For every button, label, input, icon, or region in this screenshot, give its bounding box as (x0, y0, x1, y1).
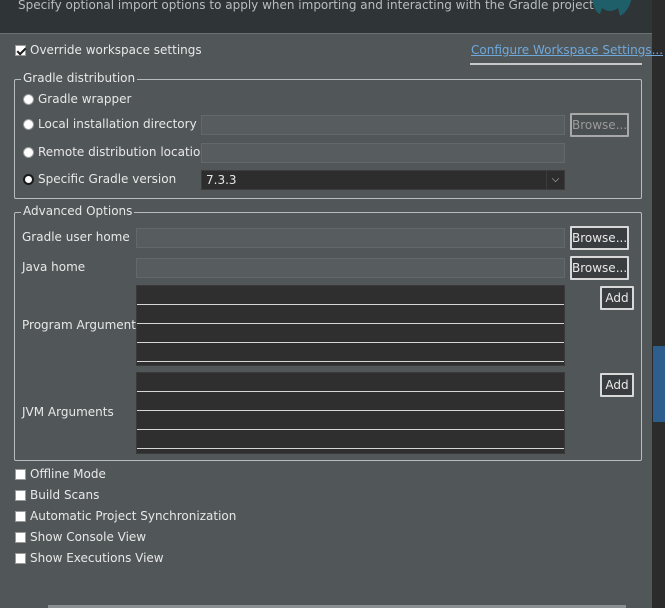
java-home-browse-button[interactable]: Browse... (570, 256, 629, 280)
gradle-distribution-title: Gradle distribution (21, 71, 138, 85)
header-description: Specify optional import options to apply… (18, 0, 598, 12)
java-home-label: Java home (22, 260, 86, 274)
gradle-user-home-browse-button[interactable]: Browse... (570, 226, 629, 250)
build-scans-label: Build Scans (30, 488, 100, 502)
list-item[interactable] (137, 343, 564, 362)
radio-specific-version-label: Specific Gradle version (38, 172, 177, 186)
show-console-view-label: Show Console View (30, 530, 147, 544)
gradle-user-home-input[interactable] (136, 228, 565, 248)
gradle-version-value: 7.3.3 (206, 173, 237, 187)
list-item[interactable] (137, 411, 564, 430)
radio-local-installation-label: Local installation directory (38, 117, 197, 131)
list-item[interactable] (137, 430, 564, 449)
chevron-down-icon[interactable]: ⌵ (546, 171, 564, 189)
override-workspace-label: Override workspace settings (30, 43, 202, 57)
list-item[interactable] (137, 305, 564, 324)
java-home-input[interactable] (136, 258, 565, 278)
radio-local-installation[interactable] (23, 119, 34, 130)
auto-sync-checkbox[interactable] (15, 511, 26, 522)
override-workspace-checkbox[interactable] (15, 45, 26, 56)
remote-distribution-input[interactable] (201, 143, 565, 163)
program-arguments-list[interactable] (136, 285, 565, 366)
jvm-arguments-list[interactable] (136, 372, 565, 454)
radio-gradle-wrapper-label: Gradle wrapper (38, 92, 132, 106)
offline-mode-label: Offline Mode (30, 467, 106, 481)
jvm-arguments-add-button[interactable]: Add (600, 373, 634, 397)
configure-workspace-settings-link[interactable]: Configure Workspace Settings... (471, 43, 663, 57)
radio-gradle-wrapper[interactable] (23, 94, 34, 105)
outer-frame-edge (652, 0, 665, 608)
local-installation-input[interactable] (201, 115, 565, 135)
auto-sync-label: Automatic Project Synchronization (30, 509, 237, 523)
list-item[interactable] (137, 324, 564, 343)
radio-remote-distribution-label: Remote distribution location (38, 145, 208, 159)
gradle-version-select[interactable]: 7.3.3 ⌵ (201, 170, 565, 190)
gradle-user-home-label: Gradle user home (22, 230, 130, 244)
program-arguments-label: Program Arguments (22, 318, 143, 332)
radio-remote-distribution[interactable] (23, 147, 34, 158)
offline-mode-checkbox[interactable] (15, 469, 26, 480)
dialog-header: Specify optional import options to apply… (0, 0, 652, 33)
show-console-view-checkbox[interactable] (15, 532, 26, 543)
scrollbar-thumb[interactable] (653, 346, 665, 422)
list-item[interactable] (137, 373, 564, 392)
advanced-options-title: Advanced Options (21, 204, 135, 218)
list-item[interactable] (137, 392, 564, 411)
show-executions-view-checkbox[interactable] (15, 553, 26, 564)
build-scans-checkbox[interactable] (15, 490, 26, 501)
show-executions-view-label: Show Executions View (30, 551, 164, 565)
link-focus-underline (470, 63, 642, 65)
local-installation-browse-button[interactable]: Browse... (570, 113, 629, 137)
program-arguments-add-button[interactable]: Add (600, 286, 634, 310)
list-item[interactable] (137, 286, 564, 305)
jvm-arguments-label: JVM Arguments (22, 405, 114, 419)
radio-specific-version[interactable] (23, 174, 34, 185)
gradle-elephant-icon (592, 0, 632, 16)
